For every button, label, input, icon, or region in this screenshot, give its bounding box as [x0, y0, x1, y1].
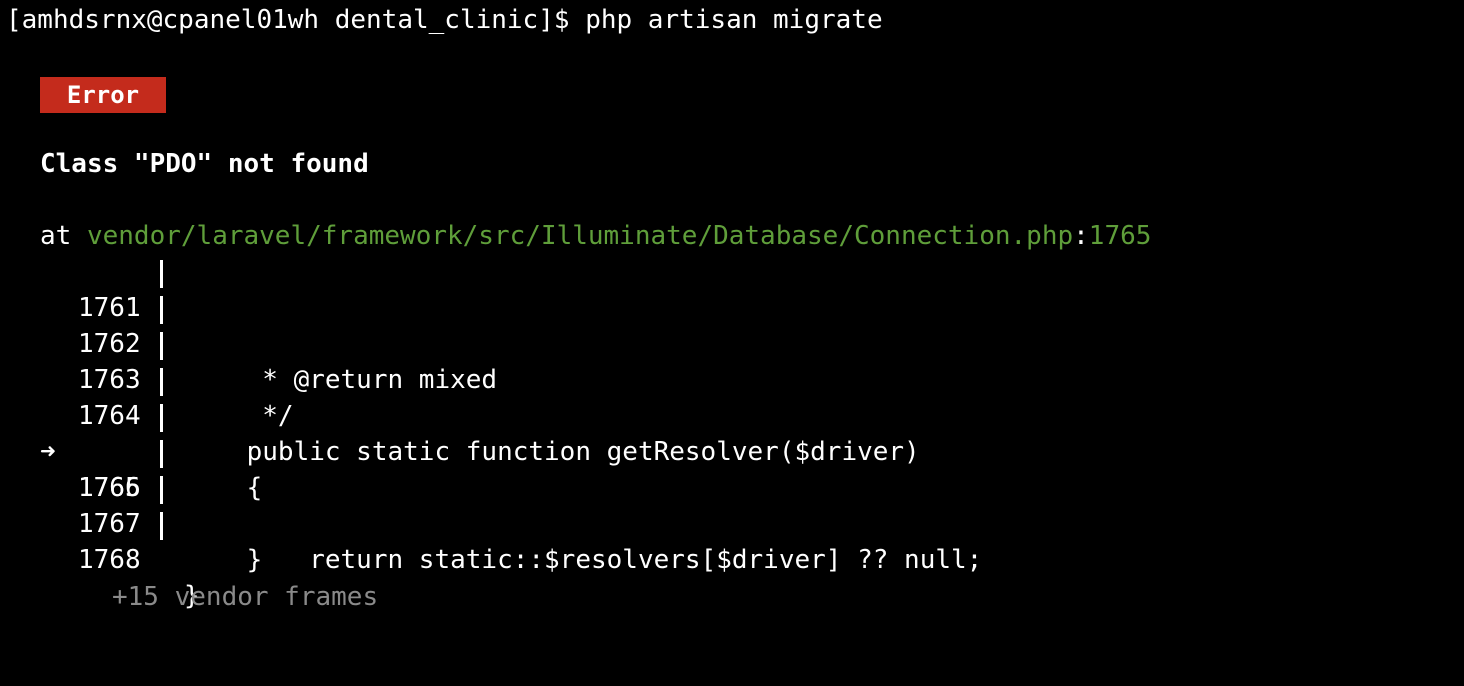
- gutter-bar: [160, 332, 163, 360]
- gutter-bar: [160, 368, 163, 396]
- code-line: 1763 public static function getResolver(…: [0, 326, 920, 467]
- code-line-text: * @return mixed: [184, 365, 498, 395]
- file-path: vendor/laravel/framework/src/Illuminate/…: [86, 221, 1074, 251]
- gutter-bar: [160, 260, 163, 288]
- code-line-highlighted: ➜ 1765 return static::$resolvers[$driver…: [0, 398, 982, 575]
- gutter-bar: [160, 440, 163, 468]
- code-line-text: {: [184, 473, 263, 503]
- location-separator: :: [1073, 221, 1089, 251]
- error-message: Class "PDO" not found: [40, 149, 369, 179]
- code-line: 1764 {: [0, 362, 262, 503]
- code-line-text: */: [184, 401, 294, 431]
- error-badge: Error: [40, 77, 166, 113]
- shell-prompt: [amhdsrnx@cpanel01wh dental_clinic]$: [6, 5, 586, 35]
- error-line-number: 1765: [1088, 221, 1152, 251]
- gutter-bar: [160, 512, 163, 540]
- at-prefix: at: [40, 221, 87, 251]
- error-location: at vendor/laravel/framework/src/Illumina…: [40, 221, 1151, 251]
- code-line-text: public static function getResolver($driv…: [184, 437, 920, 467]
- code-line: 1767 }: [0, 470, 200, 611]
- code-line: 1768: [0, 506, 163, 575]
- code-line: 1762 */: [0, 290, 294, 431]
- code-line: 1761 * @return mixed: [0, 254, 497, 395]
- gutter-bar: [160, 404, 163, 432]
- gutter-bar: [160, 476, 163, 504]
- command-line: [amhdsrnx@cpanel01wh dental_clinic]$ php…: [6, 5, 883, 35]
- code-line: 1766 }: [0, 434, 262, 575]
- gutter-bar: [160, 296, 163, 324]
- shell-command: php artisan migrate: [585, 5, 883, 35]
- code-line-text: return static::$resolvers[$driver] ?? nu…: [184, 545, 983, 575]
- code-line-number: 1768: [78, 545, 141, 575]
- vendor-frames-note: +15 vendor frames: [112, 582, 379, 612]
- code-line-text: }: [184, 545, 263, 575]
